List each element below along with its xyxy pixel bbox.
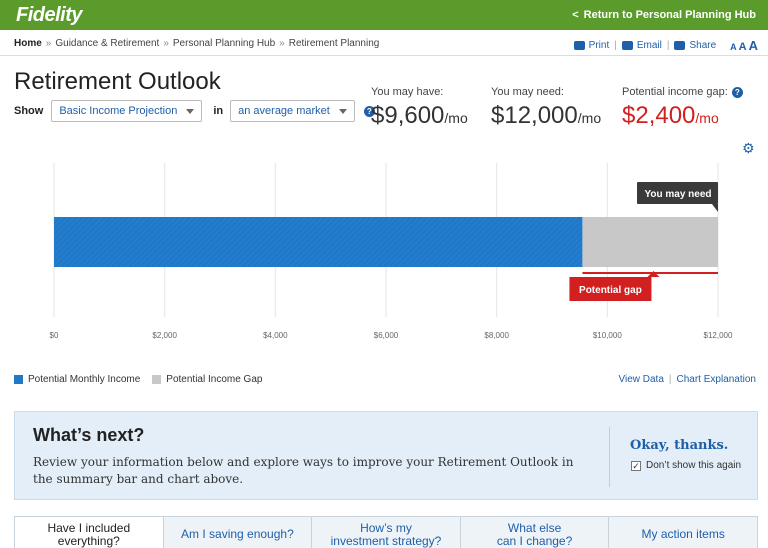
x-tick-label: $6,000 bbox=[374, 331, 399, 340]
email-link[interactable]: Email bbox=[621, 40, 662, 51]
tab-saving-enough[interactable]: Am I saving enough? bbox=[163, 517, 313, 548]
legend-swatch-income bbox=[14, 375, 23, 384]
text-size-controls: AAA bbox=[728, 38, 758, 53]
text-size-large[interactable]: A bbox=[749, 38, 758, 53]
share-icon bbox=[674, 41, 686, 50]
metric-may-need: You may need: $12,000/mo bbox=[491, 86, 602, 129]
breadcrumb-planning-hub[interactable]: Personal Planning Hub bbox=[173, 38, 275, 49]
tab-included-everything[interactable]: Have I included everything? bbox=[15, 517, 164, 548]
section-tabs: Have I included everything? Am I saving e… bbox=[14, 516, 758, 548]
text-size-small[interactable]: A bbox=[730, 42, 737, 52]
legend-swatch-gap bbox=[152, 375, 162, 384]
breadcrumb-guidance[interactable]: Guidance & Retirement bbox=[55, 38, 159, 49]
chart-legend: Potential Monthly Income Potential Incom… bbox=[14, 374, 274, 385]
callout-you-may-need-pointer bbox=[712, 204, 718, 212]
breadcrumb: Home» Guidance & Retirement» Personal Plan… bbox=[14, 38, 380, 49]
chart-explanation-link[interactable]: Chart Explanation bbox=[677, 374, 757, 385]
text-size-medium[interactable]: A bbox=[739, 41, 747, 53]
gear-icon[interactable]: ⚙ bbox=[742, 141, 756, 155]
callout-you-may-need-label: You may need bbox=[644, 189, 711, 200]
metric-income-gap: Potential income gap:? $2,400/mo bbox=[622, 86, 743, 130]
metric-may-have: You may have: $9,600/mo bbox=[371, 86, 468, 129]
breadcrumb-retirement-planning: Retirement Planning bbox=[288, 38, 380, 49]
chart-links: View Data | Chart Explanation bbox=[618, 374, 756, 385]
printer-icon bbox=[573, 41, 585, 50]
breadcrumb-home[interactable]: Home bbox=[14, 38, 42, 49]
chevron-left-icon: < bbox=[572, 9, 579, 21]
panel-divider bbox=[609, 427, 610, 487]
bar-potential-income bbox=[54, 217, 583, 267]
in-label: in bbox=[213, 105, 224, 117]
x-tick-label: $4,000 bbox=[263, 331, 288, 340]
x-tick-label: $0 bbox=[50, 331, 59, 340]
x-tick-label: $8,000 bbox=[484, 331, 509, 340]
dont-show-checkbox[interactable]: ✓ bbox=[631, 460, 641, 471]
fidelity-logo[interactable]: Fidelity bbox=[16, 4, 83, 27]
tab-investment-strategy[interactable]: How’s my investment strategy? bbox=[312, 517, 461, 548]
page-title: Retirement Outlook bbox=[14, 68, 221, 95]
print-link[interactable]: Print bbox=[573, 40, 609, 51]
callout-potential-gap-label: Potential gap bbox=[579, 285, 642, 296]
tab-action-items[interactable]: My action items bbox=[609, 517, 757, 548]
dont-show-again-option[interactable]: ✓ Don’t show this again bbox=[631, 460, 741, 471]
whats-next-title: What’s next? bbox=[33, 425, 145, 445]
projection-select[interactable]: Basic Income Projection bbox=[51, 100, 203, 122]
help-icon[interactable]: ? bbox=[731, 86, 743, 98]
x-tick-label: $12,000 bbox=[704, 331, 733, 340]
return-link-label: Return to Personal Planning Hub bbox=[583, 9, 756, 21]
whats-next-body: Review your information below and explor… bbox=[33, 455, 574, 486]
view-data-link[interactable]: View Data bbox=[618, 374, 663, 385]
chevron-down-icon bbox=[186, 109, 195, 114]
market-select[interactable]: an average market bbox=[230, 100, 355, 122]
legend-item-income: Potential Monthly Income bbox=[14, 374, 140, 385]
chevron-down-icon bbox=[338, 109, 347, 114]
header-divider bbox=[0, 55, 768, 56]
legend-item-gap: Potential Income Gap bbox=[152, 374, 262, 385]
whats-next-panel: What’s next? Review your information bel… bbox=[14, 411, 758, 500]
return-to-hub-link[interactable]: < Return to Personal Planning Hub bbox=[572, 9, 756, 21]
top-bar: Fidelity < Return to Personal Planning Hu… bbox=[0, 0, 768, 30]
income-chart: $0 $2,000 $4,000 $6,000 $8,000 $10,000 $12,000… bbox=[0, 155, 768, 355]
tab-what-else[interactable]: What else can I change? bbox=[460, 517, 610, 548]
envelope-icon bbox=[621, 41, 633, 50]
x-tick-label: $2,000 bbox=[152, 331, 177, 340]
x-tick-label: $10,000 bbox=[593, 331, 622, 340]
okay-thanks-button[interactable]: Okay, thanks. bbox=[630, 438, 728, 453]
utility-links: Print | Email | Share AAA bbox=[573, 38, 758, 53]
projection-controls: Show Basic Income Projection in an avera… bbox=[14, 100, 375, 122]
bar-income-gap bbox=[582, 217, 718, 267]
share-link[interactable]: Share bbox=[674, 40, 716, 51]
income-chart-svg: $0 $2,000 $4,000 $6,000 $8,000 $10,000 $12,000… bbox=[50, 163, 733, 340]
show-label: Show bbox=[14, 105, 44, 117]
